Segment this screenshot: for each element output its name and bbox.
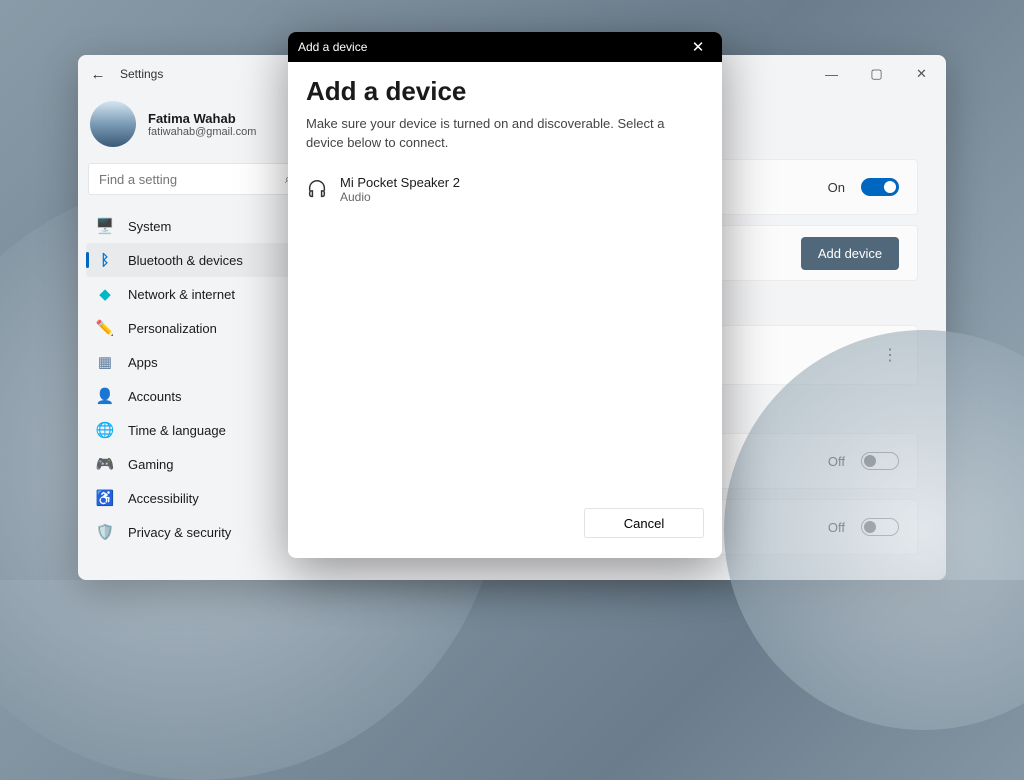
modal-description: Make sure your device is turned on and d…	[306, 115, 704, 153]
maximize-button[interactable]: ▢	[854, 59, 899, 89]
sidebar-item-time[interactable]: 🌐 Time & language	[86, 413, 305, 447]
bluetooth-state-label: On	[828, 180, 845, 195]
mode-toggle[interactable]	[861, 452, 899, 470]
search-box[interactable]: ⌕	[88, 163, 303, 195]
window-title: Settings	[120, 67, 163, 81]
shield-icon: 🛡️	[96, 523, 114, 541]
modal-content: Add a device Make sure your device is tu…	[288, 62, 722, 558]
sidebar-item-network[interactable]: ◆ Network & internet	[86, 277, 305, 311]
modal-heading: Add a device	[306, 76, 704, 107]
sidebar-item-accessibility[interactable]: ♿ Accessibility	[86, 481, 305, 515]
cancel-button[interactable]: Cancel	[584, 508, 704, 538]
paintbrush-icon: ✏️	[96, 319, 114, 337]
bluetooth-icon: ᛒ	[96, 251, 114, 269]
sidebar-item-label: Accessibility	[128, 491, 199, 506]
bluetooth-toggle[interactable]	[861, 178, 899, 196]
sidebar-item-personalization[interactable]: ✏️ Personalization	[86, 311, 305, 345]
add-device-button[interactable]: Add device	[801, 237, 899, 270]
user-name: Fatima Wahab	[148, 111, 256, 126]
maximize-icon: ▢	[870, 66, 882, 82]
close-button[interactable]: ✕	[899, 59, 944, 89]
sidebar-item-label: Personalization	[128, 321, 217, 336]
toggle-state-label: Off	[828, 454, 845, 469]
add-device-modal: Add a device ✕ Add a device Make sure yo…	[288, 32, 722, 558]
sidebar-item-label: Bluetooth & devices	[128, 253, 243, 268]
toggle-state-label: Off	[828, 520, 845, 535]
accessibility-icon: ♿	[96, 489, 114, 507]
sidebar: Fatima Wahab fatiwahab@gmail.com ⌕ 🖥️ Sy…	[78, 93, 313, 580]
minimize-icon: —	[825, 67, 838, 82]
sidebar-item-label: Accounts	[128, 389, 181, 404]
more-icon[interactable]: ⋮	[882, 345, 899, 365]
window-controls: — ▢ ✕	[809, 59, 944, 89]
sidebar-item-label: Gaming	[128, 457, 174, 472]
headphones-icon	[306, 178, 328, 200]
search-input[interactable]	[99, 172, 285, 187]
close-icon: ✕	[692, 39, 705, 56]
device-entry[interactable]: Mi Pocket Speaker 2 Audio	[306, 171, 704, 208]
sidebar-item-label: Time & language	[128, 423, 226, 438]
sidebar-item-privacy[interactable]: 🛡️ Privacy & security	[86, 515, 305, 549]
modal-footer: Cancel	[306, 508, 704, 544]
back-button[interactable]: ←	[80, 56, 116, 92]
sidebar-item-label: Apps	[128, 355, 158, 370]
modal-titlebar: Add a device ✕	[288, 32, 722, 62]
sidebar-item-label: Network & internet	[128, 287, 235, 302]
modal-close-button[interactable]: ✕	[684, 38, 712, 56]
device-type: Audio	[340, 190, 460, 204]
sidebar-item-label: Privacy & security	[128, 525, 231, 540]
user-block[interactable]: Fatima Wahab fatiwahab@gmail.com	[86, 93, 305, 159]
sidebar-item-gaming[interactable]: 🎮 Gaming	[86, 447, 305, 481]
device-name: Mi Pocket Speaker 2	[340, 175, 460, 190]
close-icon: ✕	[916, 66, 927, 82]
wifi-icon: ◆	[96, 285, 114, 303]
sidebar-item-apps[interactable]: ▦ Apps	[86, 345, 305, 379]
globe-icon: 🌐	[96, 421, 114, 439]
sidebar-item-accounts[interactable]: 👤 Accounts	[86, 379, 305, 413]
minimize-button[interactable]: —	[809, 59, 854, 89]
apps-icon: ▦	[96, 353, 114, 371]
sidebar-item-system[interactable]: 🖥️ System	[86, 209, 305, 243]
sidebar-item-label: System	[128, 219, 171, 234]
metered-toggle[interactable]	[861, 518, 899, 536]
modal-title: Add a device	[298, 40, 367, 54]
avatar	[90, 101, 136, 147]
system-icon: 🖥️	[96, 217, 114, 235]
sidebar-item-bluetooth[interactable]: ᛒ Bluetooth & devices	[86, 243, 305, 277]
gaming-icon: 🎮	[96, 455, 114, 473]
person-icon: 👤	[96, 387, 114, 405]
back-arrow-icon: ←	[91, 66, 106, 83]
user-email: fatiwahab@gmail.com	[148, 126, 256, 138]
